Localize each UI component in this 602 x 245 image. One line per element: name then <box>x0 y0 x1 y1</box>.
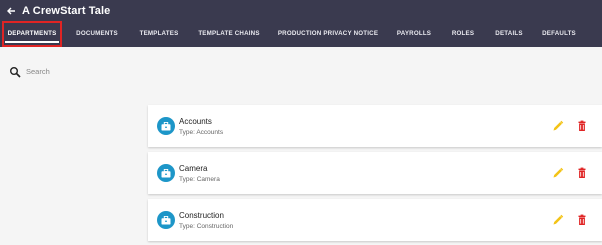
back-arrow-icon[interactable] <box>0 0 22 21</box>
tab-payrolls[interactable]: PAYROLLS <box>389 21 439 47</box>
tab-templates[interactable]: TEMPLATES <box>131 21 187 47</box>
department-name: Camera <box>179 164 208 173</box>
app-header: A CrewStart Tale <box>0 0 602 21</box>
pencil-icon[interactable] <box>552 119 564 131</box>
search-input[interactable] <box>26 64 226 78</box>
tab-details[interactable]: DETAILS <box>487 21 531 47</box>
briefcase-icon <box>157 117 175 135</box>
department-card-construction[interactable]: Construction Type: Construction <box>148 199 602 241</box>
pencil-icon[interactable] <box>552 213 564 225</box>
tab-roles[interactable]: ROLES <box>444 21 482 47</box>
search-bar <box>0 47 602 92</box>
department-type: Type: Accounts <box>179 129 224 136</box>
trash-icon[interactable] <box>576 213 588 225</box>
briefcase-icon <box>157 164 175 182</box>
department-card-camera[interactable]: Camera Type: Camera <box>148 152 602 194</box>
tab-departments[interactable]: DEPARTMENTS <box>2 21 62 47</box>
department-name: Accounts <box>179 117 212 126</box>
department-name: Construction <box>179 211 224 220</box>
trash-icon[interactable] <box>576 119 588 131</box>
search-icon <box>9 65 21 78</box>
department-card-accounts[interactable]: Accounts Type: Accounts <box>148 105 602 147</box>
tab-documents[interactable]: DOCUMENTS <box>68 21 126 47</box>
trash-icon[interactable] <box>576 166 588 178</box>
tab-defaults[interactable]: DEFAULTS <box>536 21 582 47</box>
tab-production-privacy-notice[interactable]: PRODUCTION PRIVACY NOTICE <box>272 21 384 47</box>
page-title: A CrewStart Tale <box>22 4 111 17</box>
tab-bar: DEPARTMENTS DOCUMENTS TEMPLATES TEMPLATE… <box>0 21 602 47</box>
department-type: Type: Construction <box>179 223 234 230</box>
tab-template-chains[interactable]: TEMPLATE CHAINS <box>191 21 267 47</box>
briefcase-icon <box>157 211 175 229</box>
pencil-icon[interactable] <box>552 166 564 178</box>
department-type: Type: Camera <box>179 176 220 183</box>
